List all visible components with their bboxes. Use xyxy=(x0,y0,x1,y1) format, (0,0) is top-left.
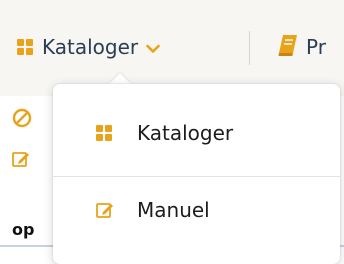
chevron-down-icon xyxy=(146,35,160,59)
nav-kataloger-button[interactable]: Kataloger xyxy=(17,32,160,62)
ban-icon xyxy=(12,108,32,132)
menu-item-label: Kataloger xyxy=(137,121,234,145)
menu-item-manuel[interactable]: Manuel xyxy=(53,185,340,235)
nav-kataloger-label: Kataloger xyxy=(42,35,139,59)
nav-other-label: Pr xyxy=(306,35,326,59)
edit-icon xyxy=(12,150,30,172)
nav-divider xyxy=(249,31,250,65)
edit-icon xyxy=(96,201,116,219)
nav-other-button[interactable]: Pr xyxy=(277,32,326,62)
grid-icon xyxy=(17,39,33,55)
menu-item-label: Manuel xyxy=(137,198,210,222)
book-icon xyxy=(277,33,299,62)
page-section-label: op xyxy=(12,220,35,239)
dropdown-arrow xyxy=(109,73,131,84)
kataloger-dropdown-menu: Kataloger Manuel xyxy=(53,84,340,264)
menu-item-kataloger[interactable]: Kataloger xyxy=(53,108,340,158)
grid-icon xyxy=(96,125,112,141)
menu-divider xyxy=(53,176,340,177)
